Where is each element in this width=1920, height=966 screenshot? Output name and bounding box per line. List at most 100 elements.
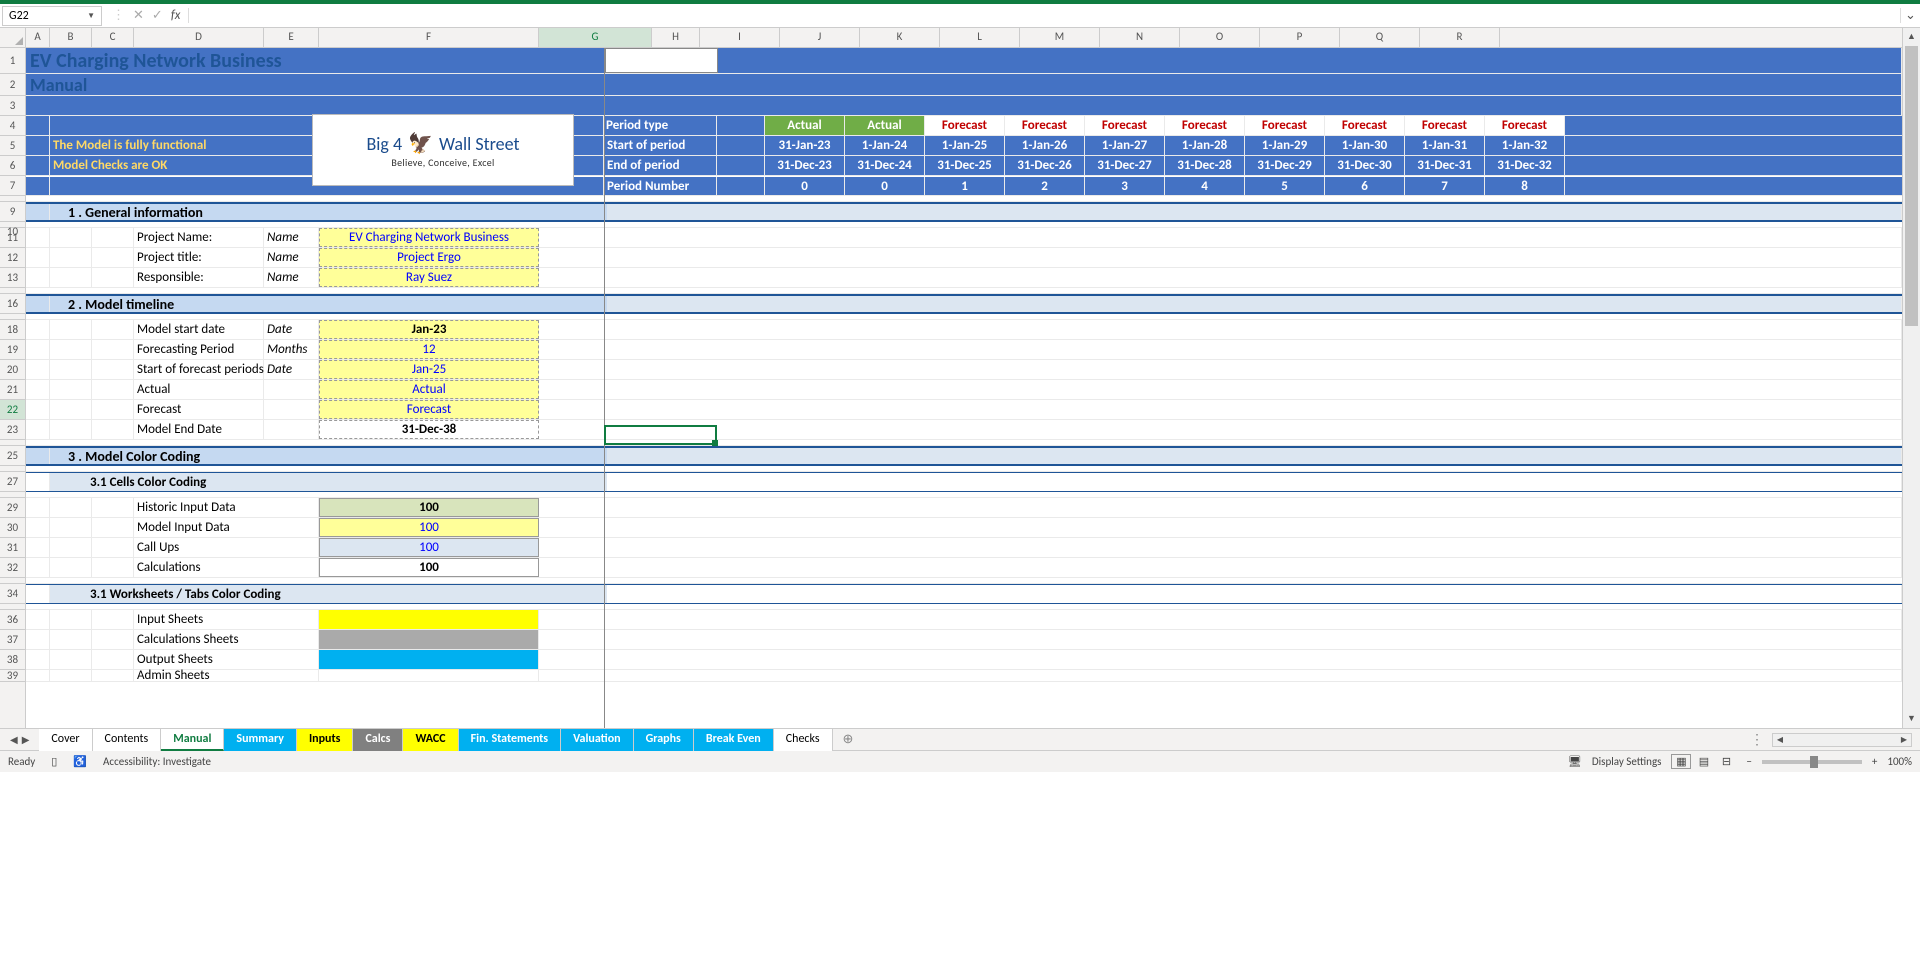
row-header[interactable]: 37	[0, 630, 25, 650]
zoom-slider[interactable]	[1762, 760, 1862, 764]
chevron-down-icon[interactable]: ▼	[87, 11, 95, 21]
display-settings-label[interactable]: Display Settings	[1592, 755, 1662, 768]
col-header[interactable]: C	[92, 28, 134, 47]
normal-view-icon[interactable]: ▦	[1671, 754, 1691, 769]
spreadsheet-grid[interactable]: A B C D E F G H I J K L M N O P Q R 1 2 …	[0, 28, 1902, 728]
row-header[interactable]: 2	[0, 74, 25, 96]
tab-menu-icon[interactable]: ⋮	[1750, 731, 1764, 748]
project-title-input[interactable]: Project Ergo	[319, 248, 539, 267]
row-header[interactable]: 3	[0, 96, 25, 116]
sheet-tab-valuation[interactable]: Valuation	[561, 729, 633, 751]
col-header[interactable]: D	[134, 28, 264, 47]
accessibility-icon[interactable]: ♿	[73, 755, 87, 768]
sheet-tab-summary[interactable]: Summary	[224, 729, 297, 751]
sheet-tab-graphs[interactable]: Graphs	[634, 729, 694, 751]
prev-sheet-icon[interactable]: ◀	[10, 733, 18, 746]
sheet-tab-manual[interactable]: Manual	[161, 729, 224, 751]
col-header[interactable]: J	[780, 28, 860, 47]
forecast-label-input[interactable]: Forecast	[319, 400, 539, 419]
zoom-in-icon[interactable]: +	[1872, 755, 1877, 768]
macro-icon[interactable]: ▯	[51, 755, 57, 768]
row-header[interactable]: 6	[0, 156, 25, 176]
col-header[interactable]: L	[940, 28, 1020, 47]
scroll-down-icon[interactable]: ▼	[1903, 710, 1920, 728]
row-header[interactable]: 19	[0, 340, 25, 360]
col-header[interactable]: I	[700, 28, 780, 47]
row-header[interactable]: 7	[0, 176, 25, 196]
col-header[interactable]: K	[860, 28, 940, 47]
col-header[interactable]: Q	[1340, 28, 1420, 47]
horizontal-scrollbar[interactable]: ◀ ▶	[1772, 733, 1912, 747]
row-header[interactable]: 23	[0, 420, 25, 440]
page-break-view-icon[interactable]: ⊟	[1716, 754, 1736, 769]
col-header[interactable]: P	[1260, 28, 1340, 47]
responsible-input[interactable]: Ray Suez	[319, 268, 539, 287]
row-header[interactable]: 27	[0, 472, 25, 492]
sheet-tab-contents[interactable]: Contents	[93, 729, 162, 751]
display-settings-icon[interactable]: 🖥	[1568, 755, 1582, 768]
row-header[interactable]: 39	[0, 670, 25, 682]
row-header[interactable]: 20	[0, 360, 25, 380]
sheet-tab-break-even[interactable]: Break Even	[694, 729, 774, 751]
forecast-start-input[interactable]: Jan-25	[319, 360, 539, 379]
row-header[interactable]: 4	[0, 116, 25, 136]
row-header[interactable]: 1	[0, 48, 25, 74]
col-header[interactable]: F	[319, 28, 539, 47]
col-header[interactable]: B	[50, 28, 92, 47]
expand-formula-icon[interactable]: ⌄	[1900, 8, 1920, 23]
scroll-thumb[interactable]	[1905, 46, 1918, 326]
row-header[interactable]: 29	[0, 498, 25, 518]
row-header[interactable]: 12	[0, 248, 25, 268]
formula-input[interactable]	[189, 4, 1900, 27]
row-header[interactable]: 31	[0, 538, 25, 558]
row-header[interactable]: 16	[0, 294, 25, 314]
check-icon[interactable]: ✓	[152, 8, 163, 23]
new-sheet-button[interactable]: ⊕	[833, 729, 864, 751]
sheet-tab-inputs[interactable]: Inputs	[297, 729, 353, 751]
row-header[interactable]: 13	[0, 268, 25, 288]
row-header[interactable]: 32	[0, 558, 25, 578]
project-name-input[interactable]: EV Charging Network Business	[319, 228, 539, 247]
scroll-up-icon[interactable]: ▲	[1903, 28, 1920, 46]
row-header[interactable]: 18	[0, 320, 25, 340]
row-header[interactable]: 21	[0, 380, 25, 400]
row-header[interactable]: 30	[0, 518, 25, 538]
sheet-tab-wacc[interactable]: WACC	[403, 729, 458, 751]
row-header[interactable]: 9	[0, 202, 25, 222]
sheet-tab-fin-statements[interactable]: Fin. Statements	[459, 729, 561, 751]
sheet-tab-cover[interactable]: Cover	[39, 729, 92, 751]
col-header[interactable]: G	[539, 28, 652, 47]
select-all-button[interactable]	[0, 28, 26, 47]
forecasting-period-input[interactable]: 12	[319, 340, 539, 359]
zoom-out-icon[interactable]: −	[1746, 755, 1751, 768]
name-box[interactable]: G22 ▼	[2, 6, 102, 26]
vertical-scrollbar[interactable]: ▲ ▼	[1902, 28, 1920, 728]
row-header[interactable]: 22	[0, 400, 25, 420]
sheet-tab-calcs[interactable]: Calcs	[353, 729, 403, 751]
period-type: Actual	[845, 116, 925, 135]
scroll-left-icon[interactable]: ◀	[1773, 734, 1787, 746]
row-header[interactable]: 36	[0, 610, 25, 630]
row-header[interactable]: 11	[0, 228, 25, 248]
row-header[interactable]: 34	[0, 584, 25, 604]
actual-label-input[interactable]: Actual	[319, 380, 539, 399]
zoom-level[interactable]: 100%	[1887, 755, 1912, 768]
accessibility-status[interactable]: Accessibility: Investigate	[103, 755, 211, 768]
col-header[interactable]: O	[1180, 28, 1260, 47]
cancel-icon[interactable]: ✕	[133, 8, 144, 23]
row-header[interactable]: 5	[0, 136, 25, 156]
col-header[interactable]: A	[26, 28, 50, 47]
page-layout-view-icon[interactable]: ▤	[1694, 754, 1714, 769]
col-header[interactable]: E	[264, 28, 319, 47]
row-header[interactable]: 38	[0, 650, 25, 670]
col-header[interactable]: M	[1020, 28, 1100, 47]
row-header[interactable]: 25	[0, 446, 25, 466]
fx-icon[interactable]: fx	[171, 8, 181, 23]
col-header[interactable]: H	[652, 28, 700, 47]
sheet-tab-checks[interactable]: Checks	[774, 729, 833, 751]
model-start-date-input[interactable]: Jan-23	[319, 320, 539, 339]
col-header[interactable]: R	[1420, 28, 1500, 47]
scroll-right-icon[interactable]: ▶	[1897, 734, 1911, 746]
next-sheet-icon[interactable]: ▶	[22, 733, 30, 746]
col-header[interactable]: N	[1100, 28, 1180, 47]
